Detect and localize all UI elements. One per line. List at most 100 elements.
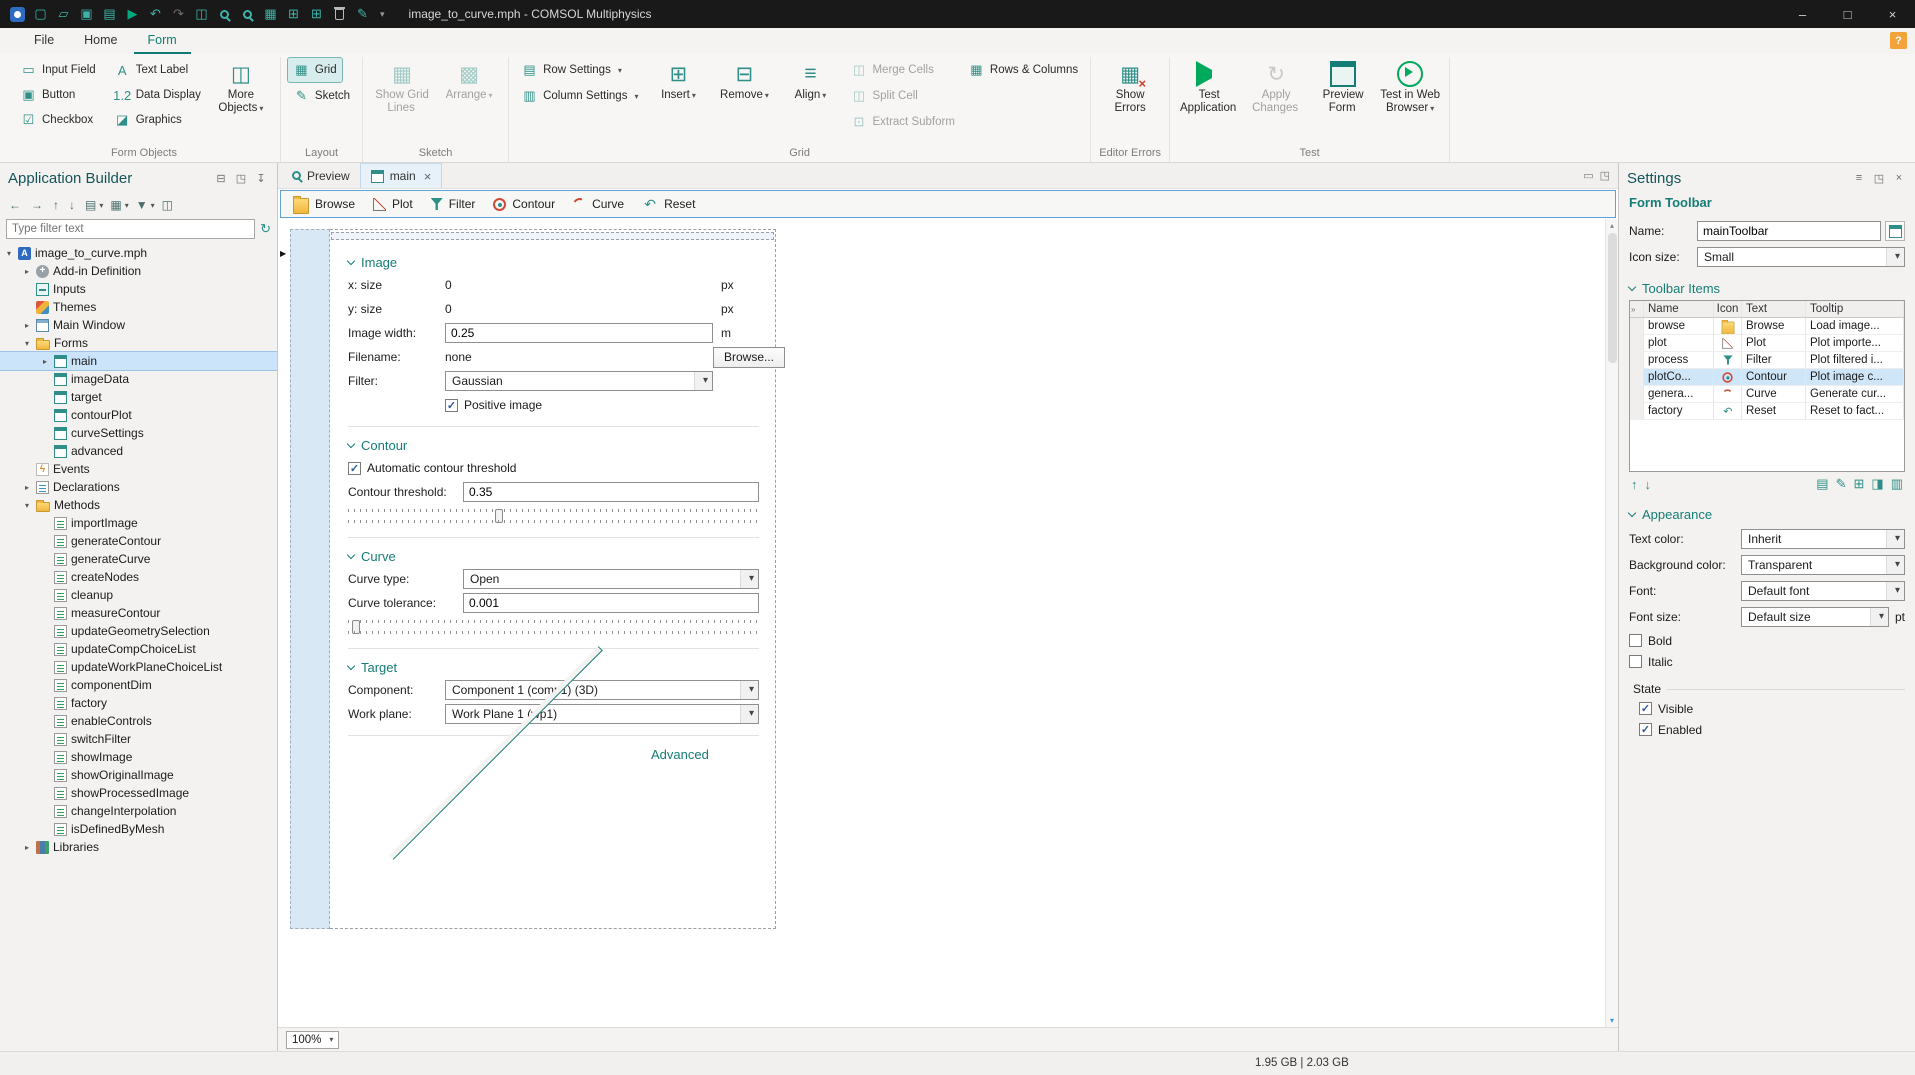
ribbon-button[interactable]: ▦ Grid <box>286 57 343 83</box>
tree-item[interactable]: curveSettings <box>0 424 277 442</box>
scroll-down-icon[interactable]: ▾ <box>1610 1016 1614 1025</box>
ribbon-button[interactable]: ✎ Sketch <box>288 84 355 108</box>
tree-item[interactable]: enableControls <box>0 712 277 730</box>
form-toolbar-button[interactable]: Plot <box>365 195 421 213</box>
form-toolbar-button[interactable]: Contour <box>485 195 563 213</box>
form-toolbar-button[interactable]: Reset <box>634 194 703 214</box>
ribbon-button[interactable]: A Text Label <box>109 58 206 82</box>
tree-item[interactable]: Inputs <box>0 280 277 298</box>
move-item-up-icon[interactable]: ↑ <box>1631 477 1638 492</box>
customize-toolbar-icon[interactable]: ▾ <box>380 9 385 20</box>
positive-image-checkbox[interactable] <box>445 398 458 412</box>
filter-select[interactable]: Gaussian <box>445 371 713 391</box>
ribbon-button[interactable]: ≡ Align ▾ <box>778 58 842 105</box>
show-options-icon[interactable]: ▤ ▾ <box>82 195 106 215</box>
font-size-select[interactable]: Default size <box>1741 607 1889 627</box>
tab-preview[interactable]: Preview <box>282 163 360 188</box>
tree-item[interactable]: ▾ image_to_curve.mph <box>0 244 277 262</box>
tree-item[interactable]: target <box>0 388 277 406</box>
text-color-select[interactable]: Inherit <box>1741 529 1905 549</box>
slider-handle[interactable] <box>495 509 504 523</box>
ribbon-button[interactable]: Preview Form <box>1311 58 1375 118</box>
help-icon[interactable]: ? <box>1890 32 1907 49</box>
section-target[interactable]: Target <box>346 656 759 678</box>
forward-icon[interactable]: → <box>28 195 49 215</box>
visible-checkbox[interactable] <box>1639 702 1652 715</box>
tree-item[interactable]: ▸ Libraries <box>0 838 277 856</box>
ribbon-button[interactable]: ▩ Arrange ▾ <box>437 58 501 105</box>
form-toolbar[interactable]: Browse Plot Filter Contour Curve ↶ Reset <box>280 190 1616 218</box>
ribbon-button[interactable]: ▦ Rows & Columns <box>963 58 1083 82</box>
toolbar-item-row[interactable]: process Filter Plot filtered i... <box>1630 352 1904 369</box>
close-settings-icon[interactable]: × <box>1891 170 1907 186</box>
tree-item[interactable]: componentDim <box>0 676 277 694</box>
ribbon-button[interactable]: ▦ Show Errors <box>1098 58 1162 118</box>
tree-item[interactable]: imageData <box>0 370 277 388</box>
ribbon-button[interactable]: ⊟ Remove ▾ <box>712 58 776 105</box>
ribbon-button[interactable]: ▦ Show Grid Lines <box>370 58 434 118</box>
form-toolbar-button[interactable]: Filter <box>423 195 484 213</box>
contour-threshold-slider[interactable] <box>348 505 757 527</box>
contour-threshold-input[interactable] <box>463 482 759 502</box>
toolbar-item-row[interactable]: plot Plot Plot importe... <box>1630 335 1904 352</box>
tree-item[interactable]: factory <box>0 694 277 712</box>
image-width-input[interactable] <box>445 323 713 343</box>
tree-item[interactable]: changeInterpolation <box>0 802 277 820</box>
pin-panel-icon[interactable]: ↧ <box>253 170 269 186</box>
filter-view-icon[interactable]: ▼ ▾ <box>133 195 158 215</box>
form-canvas[interactable]: ▶ Image x: size 0 px y: size 0 px Image widt… <box>278 219 1618 1027</box>
scroll-up-icon[interactable]: ▴ <box>1610 221 1614 230</box>
zoom-select[interactable]: 100% ▾ <box>286 1030 340 1049</box>
tree-item[interactable]: measureContour <box>0 604 277 622</box>
section-advanced[interactable]: Advanced <box>348 645 759 860</box>
ribbon-button[interactable]: ☑ Checkbox <box>15 108 101 132</box>
tree-item[interactable]: updateWorkPlaneChoiceList <box>0 658 277 676</box>
ribbon-button[interactable]: ▭ Input Field <box>15 58 101 82</box>
float-panel-icon[interactable]: ◳ <box>233 170 249 186</box>
tree-item[interactable]: showProcessedImage <box>0 784 277 802</box>
ribbon-button[interactable]: ▤ Row Settings ▾ <box>516 58 627 82</box>
more-objects-button[interactable]: ◫ More Objects ▾ <box>209 58 273 118</box>
collapse-all-icon[interactable]: ⊟ <box>213 170 229 186</box>
ribbon-button[interactable]: ⊞ Insert ▾ <box>646 58 710 105</box>
tree-item[interactable]: Events <box>0 460 277 478</box>
tree-item[interactable]: showOriginalImage <box>0 766 277 784</box>
toolbar-item-row[interactable]: browse Browse Load image... <box>1630 318 1904 335</box>
work-plane-select[interactable]: Work Plane 1 (wp1) <box>445 704 759 724</box>
tree-item[interactable]: showImage <box>0 748 277 766</box>
tree-item[interactable]: updateCompChoiceList <box>0 640 277 658</box>
minimize-button[interactable]: – <box>1780 0 1825 28</box>
section-toolbar-items[interactable]: Toolbar Items <box>1627 276 1905 300</box>
ribbon-button[interactable]: 1.2 Data Display <box>109 83 206 107</box>
auto-threshold-checkbox[interactable] <box>348 461 361 475</box>
tree-item[interactable]: generateContour <box>0 532 277 550</box>
add-item-icon[interactable]: ⊞ <box>1854 476 1865 492</box>
toolbar-item-row[interactable]: genera... Curve Generate cur... <box>1630 386 1904 403</box>
go-to-editor-icon[interactable]: ◫ <box>159 195 179 215</box>
tree-item[interactable]: ▸ Main Window <box>0 316 277 334</box>
ribbon-tab[interactable]: Form <box>133 28 191 54</box>
vertical-scrollbar[interactable]: ▴ ▾ <box>1605 219 1618 1027</box>
section-contour[interactable]: Contour <box>346 434 759 456</box>
ribbon-button[interactable]: ▣ Button <box>15 83 101 107</box>
add-separator-icon[interactable]: ▥ <box>1891 476 1903 492</box>
tree-item[interactable]: Themes <box>0 298 277 316</box>
tree-item[interactable]: importImage <box>0 514 277 532</box>
tree-item[interactable]: cleanup <box>0 586 277 604</box>
expander-icon[interactable]: ▸ <box>22 321 32 330</box>
bold-checkbox[interactable] <box>1629 634 1642 647</box>
ribbon-tab[interactable]: File <box>20 28 68 54</box>
curve-type-select[interactable]: Open <box>463 569 759 589</box>
tree-item[interactable]: switchFilter <box>0 730 277 748</box>
toolbar-items-table[interactable]: » Name Icon Text Tooltip browse Browse L… <box>1629 300 1905 472</box>
ribbon-button[interactable]: ◫ Split Cell <box>845 84 922 108</box>
properties-icon[interactable]: ▤ <box>1816 476 1828 492</box>
tree-item[interactable]: ▾ Methods <box>0 496 277 514</box>
form-grid[interactable]: Image x: size 0 px y: size 0 px Image width:… <box>330 229 786 929</box>
curve-tolerance-input[interactable] <box>463 593 759 613</box>
form-toolbar-button[interactable]: Curve <box>565 195 632 213</box>
icon-size-select[interactable]: Small <box>1697 247 1905 267</box>
tree-item[interactable]: isDefinedByMesh <box>0 820 277 838</box>
expander-icon[interactable]: ▾ <box>22 501 32 510</box>
tab-main[interactable]: main × <box>359 163 443 188</box>
